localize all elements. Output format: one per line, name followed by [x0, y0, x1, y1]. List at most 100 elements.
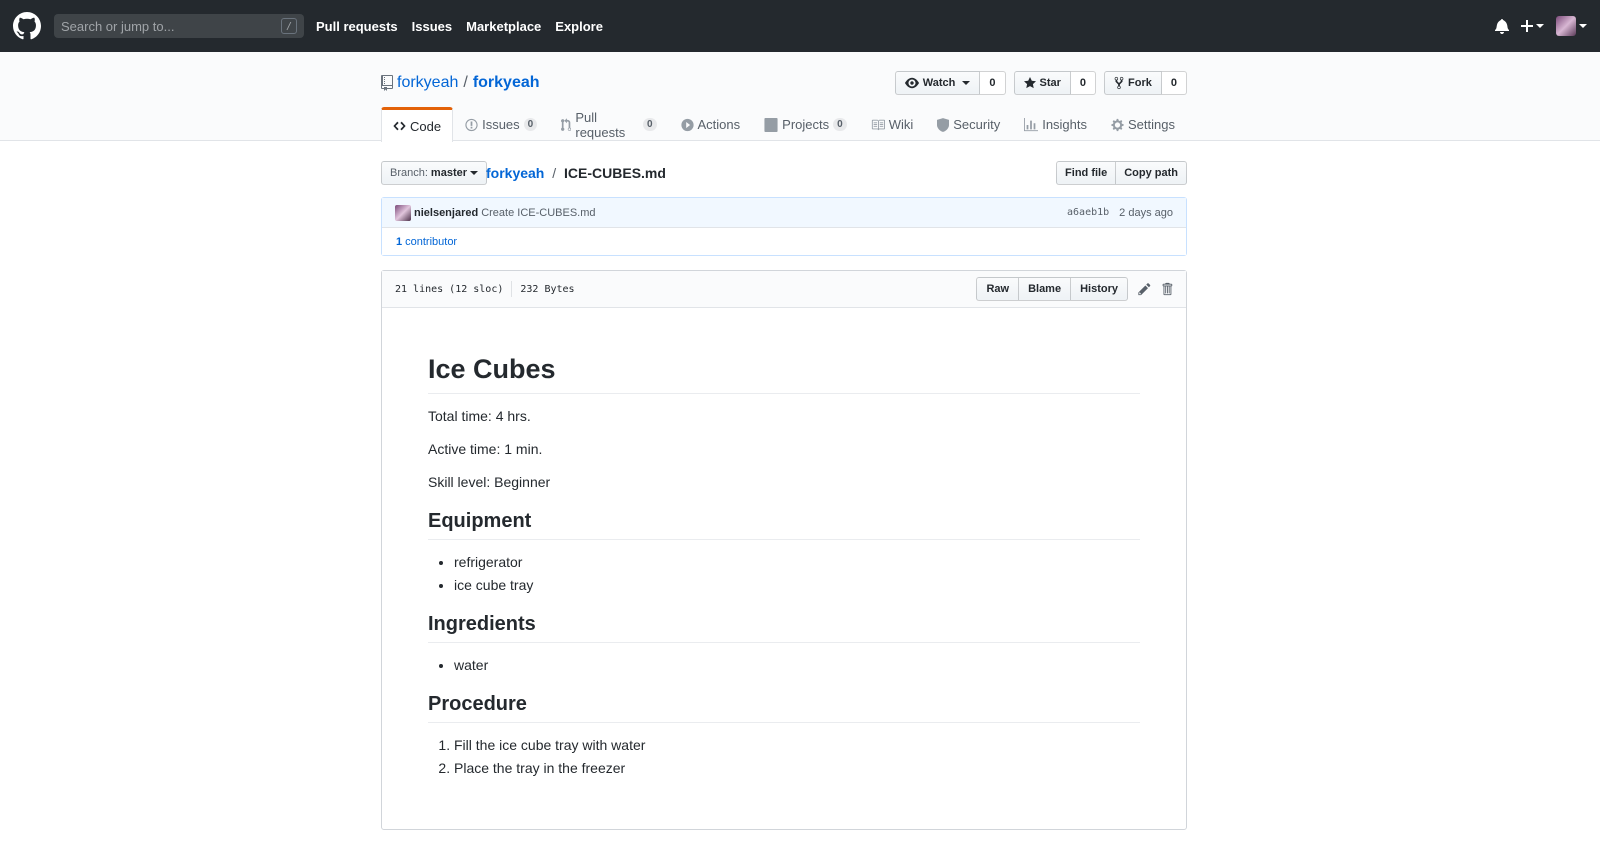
tab-wiki[interactable]: Wiki	[859, 107, 926, 141]
commit-sha[interactable]: a6aeb1b	[1067, 207, 1109, 218]
tab-label: Security	[953, 117, 1001, 132]
fork-count[interactable]: 0	[1161, 71, 1187, 95]
watch-count[interactable]: 0	[980, 71, 1006, 95]
watch-button[interactable]: Watch	[894, 71, 981, 95]
bell-icon[interactable]	[1495, 18, 1509, 34]
readme-body: Ice Cubes Total time: 4 hrs. Active time…	[382, 308, 1186, 830]
title-separator: /	[463, 74, 468, 91]
tab-security[interactable]: Security	[925, 107, 1012, 141]
file-size: 232 Bytes	[520, 283, 575, 295]
tab-settings[interactable]: Settings	[1099, 107, 1187, 141]
procedure-list: Fill the ice cube tray with water Place …	[428, 737, 1140, 776]
tab-label: Wiki	[888, 117, 914, 132]
repo-actions: Watch 0 Star 0 Fork 0	[894, 71, 1187, 95]
star-count[interactable]: 0	[1070, 71, 1097, 95]
tab-label: Projects	[782, 117, 830, 132]
tab-insights[interactable]: Insights	[1012, 107, 1099, 141]
tab-code[interactable]: Code	[381, 107, 454, 142]
global-header: / Pull requests Issues Marketplace Explo…	[0, 0, 1600, 52]
breadcrumb-separator: /	[552, 165, 557, 181]
star-label: Star	[1039, 77, 1061, 89]
commit-time: 2 days ago	[1119, 206, 1173, 219]
raw-button[interactable]: Raw	[976, 277, 1020, 301]
nav-issues[interactable]: Issues	[412, 19, 452, 34]
find-file-button[interactable]: Find file	[1056, 161, 1117, 185]
file-nav-actions: Find file Copy path	[1056, 161, 1187, 185]
tab-label: Insights	[1042, 117, 1088, 132]
tab-pull-requests[interactable]: Pull requests 0	[549, 107, 668, 141]
branch-prefix: Branch:	[390, 167, 428, 179]
breadcrumb-repo-link[interactable]: forkyeah	[486, 165, 544, 181]
project-icon	[764, 117, 778, 132]
tab-actions[interactable]: Actions	[669, 107, 753, 141]
trash-icon[interactable]	[1161, 282, 1173, 296]
breadcrumb-file: ICE-CUBES.md	[564, 165, 666, 181]
search-input[interactable]	[61, 18, 261, 34]
list-item: Place the tray in the freezer	[454, 760, 1140, 776]
projects-count-badge: 0	[833, 118, 847, 131]
commit-author[interactable]: nielsenjared	[414, 207, 478, 219]
list-item: ice cube tray	[454, 577, 1140, 593]
repo-icon	[381, 75, 393, 91]
user-menu[interactable]	[1556, 16, 1587, 36]
copy-path-button[interactable]: Copy path	[1116, 161, 1187, 185]
breadcrumb: forkyeah / ICE-CUBES.md	[486, 165, 666, 181]
tab-label: Actions	[697, 117, 741, 132]
fork-icon	[1114, 76, 1124, 90]
fork-button[interactable]: Fork	[1104, 71, 1162, 95]
contributors-count: 1	[396, 235, 403, 248]
skill-level: Skill level: Beginner	[428, 474, 551, 490]
star-button[interactable]: Star	[1013, 71, 1071, 95]
commit-tease-box: nielsenjared Create ICE-CUBES.md a6aeb1b…	[381, 197, 1187, 256]
tab-projects[interactable]: Projects 0	[752, 107, 859, 141]
shield-icon	[937, 117, 950, 132]
branch-select-button[interactable]: Branch: master	[381, 161, 487, 185]
tab-label: Code	[410, 118, 442, 134]
star-icon	[1023, 77, 1036, 89]
repo-nav: Code Issues 0 Pull requests 0 Actions Pr…	[381, 107, 1187, 142]
search-box[interactable]: /	[54, 14, 304, 38]
repo-owner-link[interactable]: forkyeah	[397, 74, 458, 92]
book-icon	[871, 119, 885, 130]
ingredients-list: water	[428, 657, 1140, 673]
file-actions: Raw Blame History	[976, 277, 1173, 301]
eye-icon	[904, 77, 919, 89]
list-item: Fill the ice cube tray with water	[454, 737, 1140, 753]
file-header: 21 lines (12 sloc) 232 Bytes Raw Blame H…	[382, 271, 1186, 308]
header-right	[1495, 16, 1587, 36]
repo-name-link[interactable]: forkyeah	[473, 74, 540, 92]
nav-explore[interactable]: Explore	[555, 19, 603, 34]
avatar	[1556, 16, 1576, 36]
watch-label: Watch	[922, 77, 956, 89]
chevron-down-icon	[470, 171, 478, 175]
tab-label: Pull requests	[575, 109, 626, 140]
fork-label: Fork	[1128, 77, 1152, 89]
history-button[interactable]: History	[1070, 277, 1128, 301]
tab-label: Settings	[1128, 117, 1175, 132]
github-logo-icon[interactable]	[13, 12, 41, 40]
contributors-link[interactable]: 1 contributor	[382, 228, 1186, 255]
issue-opened-icon	[465, 118, 478, 131]
pencil-icon[interactable]	[1138, 282, 1151, 296]
branch-name: master	[430, 167, 467, 179]
repo-title: forkyeah / forkyeah	[381, 74, 540, 92]
nav-pull-requests[interactable]: Pull requests	[316, 19, 398, 34]
list-item: water	[454, 657, 1140, 673]
contributors-label: contributor	[405, 235, 458, 248]
tab-issues[interactable]: Issues 0	[453, 107, 549, 141]
issues-count-badge: 0	[523, 118, 538, 131]
equipment-list: refrigerator ice cube tray	[428, 554, 1140, 593]
avatar[interactable]	[395, 204, 411, 221]
search-shortcut-key: /	[281, 18, 297, 34]
divider	[511, 281, 513, 297]
plus-icon[interactable]	[1521, 18, 1544, 34]
commit-message[interactable]: Create ICE-CUBES.md	[481, 207, 595, 219]
gear-icon	[1111, 118, 1124, 131]
tab-label: Issues	[482, 117, 520, 132]
graph-icon	[1024, 117, 1039, 131]
nav-marketplace[interactable]: Marketplace	[466, 19, 541, 34]
repo-head: forkyeah / forkyeah Watch 0 Star 0 Fork …	[0, 52, 1600, 142]
equipment-heading: Equipment	[428, 510, 1140, 540]
blame-button[interactable]: Blame	[1018, 277, 1072, 301]
active-time: Active time: 1 min.	[428, 441, 543, 457]
